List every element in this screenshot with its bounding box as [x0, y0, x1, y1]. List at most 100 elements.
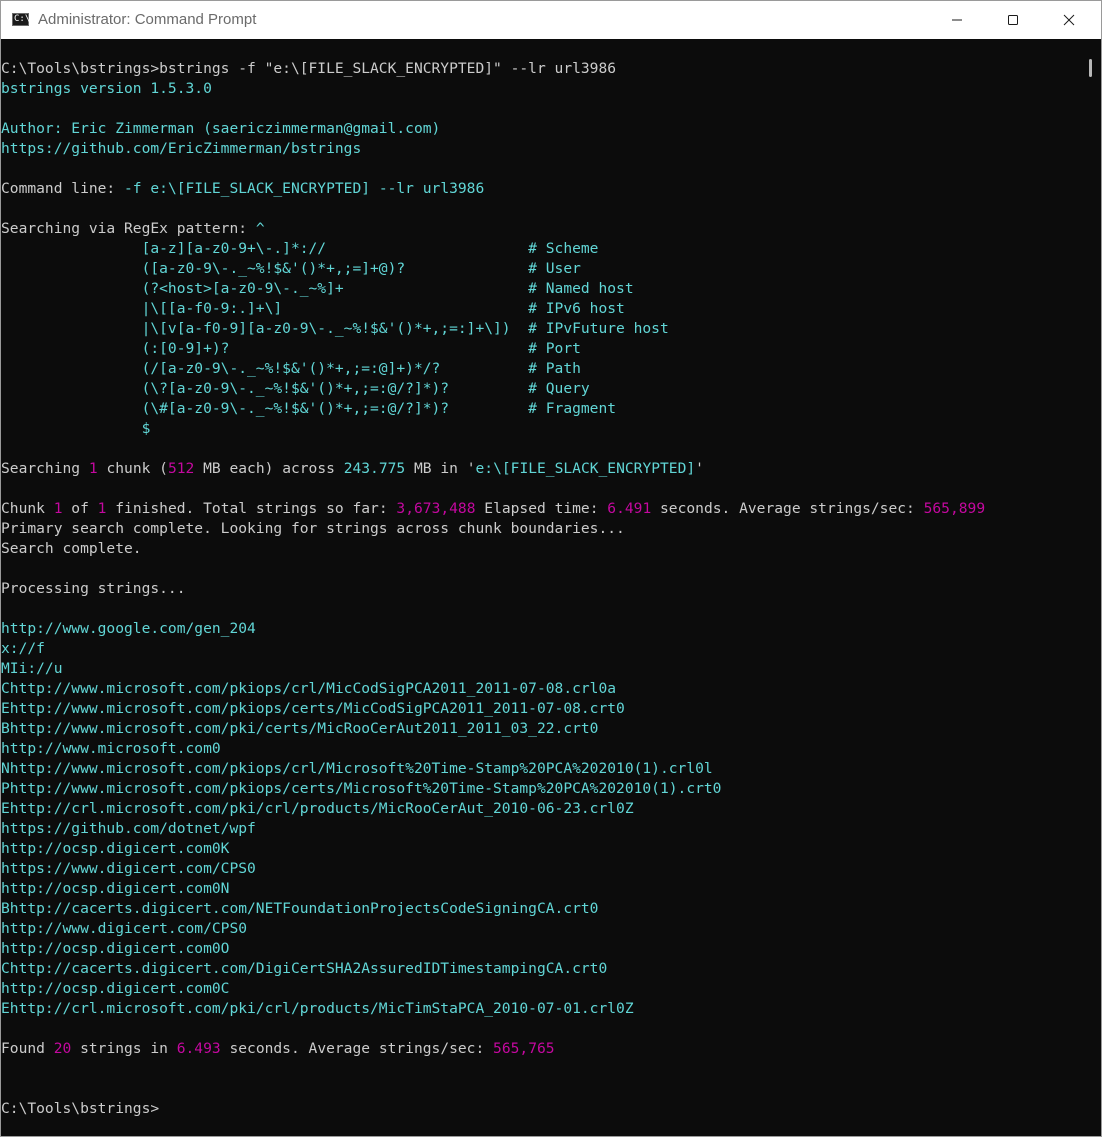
console-text: Chunk [1, 500, 54, 517]
console-text: ([a-z0-9\-._~%!$&'()*+,;=]+@)? # User [1, 260, 581, 277]
console-line: ([a-z0-9\-._~%!$&'()*+,;=]+@)? # User [1, 259, 1081, 279]
console-text: Ehttp://www.microsoft.com/pkiops/certs/M… [1, 700, 625, 717]
console-text: http://www.google.com/gen_204 [1, 620, 256, 637]
console-text: bstrings version 1.5.3.0 [1, 80, 212, 97]
console-text: Bhttp://cacerts.digicert.com/NETFoundati… [1, 900, 599, 917]
console-text: (\#[a-z0-9\-._~%!$&'()*+,;=:@/?]*)? # Fr… [1, 400, 617, 417]
console-text: Searching via RegEx pattern: [1, 220, 256, 237]
console-line: Searching via RegEx pattern: ^ [1, 219, 1081, 239]
console-text: (?<host>[a-z0-9\-._~%]+ # Named host [1, 280, 634, 297]
console-line: https://github.com/EricZimmerman/bstring… [1, 139, 1081, 159]
console-line: Chttp://cacerts.digicert.com/DigiCertSHA… [1, 959, 1081, 979]
console-text: [a-z][a-z0-9+\-.]*:// # Scheme [1, 240, 599, 257]
console-text: http://www.microsoft.com0 [1, 740, 221, 757]
console-line: (/[a-z0-9\-._~%!$&'()*+,;=:@]+)*/? # Pat… [1, 359, 1081, 379]
console-text: (\?[a-z0-9\-._~%!$&'()*+,;=:@/?]*)? # Qu… [1, 380, 590, 397]
close-button[interactable] [1041, 1, 1097, 39]
console-line: (:[0-9]+)? # Port [1, 339, 1081, 359]
console-text: seconds. Average strings/sec: [220, 1040, 494, 1057]
console-line: Search complete. [1, 539, 1081, 559]
console-text: http://ocsp.digicert.com0O [1, 940, 230, 957]
console-text: Primary search complete. Looking for str… [1, 520, 625, 537]
title-bar[interactable]: C:\ Administrator: Command Prompt [1, 1, 1101, 39]
console-text: http://ocsp.digicert.com0K [1, 840, 230, 857]
console-text: 243.775 [343, 460, 406, 477]
console-text: Search complete. [1, 540, 142, 557]
console-line: bstrings version 1.5.3.0 [1, 79, 1081, 99]
console-line: (\?[a-z0-9\-._~%!$&'()*+,;=:@/?]*)? # Qu… [1, 379, 1081, 399]
console-text: |\[v[a-f0-9][a-z0-9\-._~%!$&'()*+,;=:]+\… [1, 320, 669, 337]
console-line: http://www.google.com/gen_204 [1, 619, 1081, 639]
console-line: Chunk 1 of 1 finished. Total strings so … [1, 499, 1081, 519]
console-line: |\[[a-f0-9:.]+\] # IPv6 host [1, 299, 1081, 319]
cmd-icon: C:\ [12, 13, 31, 26]
console-line: $ [1, 419, 1081, 439]
console-text: https://github.com/EricZimmerman/bstring… [1, 140, 362, 157]
console-line: Bhttp://www.microsoft.com/pki/certs/MicR… [1, 719, 1081, 739]
console-text: Phttp://www.microsoft.com/pkiops/certs/M… [1, 780, 722, 797]
console-line: http://www.digicert.com/CPS0 [1, 919, 1081, 939]
console-text: C:\Tools\bstrings>bstrings -f "e:\[FILE_… [1, 60, 617, 77]
console-text: seconds. Average strings/sec: [651, 500, 924, 517]
console-line: Primary search complete. Looking for str… [1, 519, 1081, 539]
maximize-button[interactable] [985, 1, 1041, 39]
console-text: (:[0-9]+)? # Port [1, 340, 581, 357]
console-line: Author: Eric Zimmerman (saericzimmerman@… [1, 119, 1081, 139]
minimize-button[interactable] [929, 1, 985, 39]
console-text: |\[[a-f0-9:.]+\] # IPv6 host [1, 300, 625, 317]
window-title: Administrator: Command Prompt [38, 11, 257, 28]
console-line: Bhttp://cacerts.digicert.com/NETFoundati… [1, 899, 1081, 919]
console-text: 20 [53, 1040, 72, 1057]
console-text: Found [1, 1040, 54, 1057]
console-line: Chttp://www.microsoft.com/pkiops/crl/Mic… [1, 679, 1081, 699]
console-line: C:\Tools\bstrings>bstrings -f "e:\[FILE_… [1, 59, 1081, 79]
console-text: Author: Eric Zimmerman (saericzimmerman@… [1, 120, 441, 137]
console-text: 1 [88, 460, 98, 477]
console-line: Ehttp://www.microsoft.com/pkiops/certs/M… [1, 699, 1081, 719]
console-line: Searching 1 chunk (512 MB each) across 2… [1, 459, 1081, 479]
console-text: Searching [1, 460, 89, 477]
console-line: (\#[a-z0-9\-._~%!$&'()*+,;=:@/?]*)? # Fr… [1, 399, 1081, 419]
console-line: Ehttp://crl.microsoft.com/pki/crl/produc… [1, 799, 1081, 819]
console-text: Ehttp://crl.microsoft.com/pki/crl/produc… [1, 1000, 634, 1017]
console-text: Bhttp://www.microsoft.com/pki/certs/MicR… [1, 720, 599, 737]
console-text: Nhttp://www.microsoft.com/pkiops/crl/Mic… [1, 760, 713, 777]
console-text: Elapsed time: [475, 500, 608, 517]
console-text: $ [1, 420, 151, 437]
console-line: http://ocsp.digicert.com0N [1, 879, 1081, 899]
console-line: http://www.microsoft.com0 [1, 739, 1081, 759]
console-text: http://ocsp.digicert.com0C [1, 980, 230, 997]
console-text: x://f [1, 640, 45, 657]
vertical-scrollbar[interactable] [1081, 39, 1101, 1136]
console-text: MB in ' [405, 460, 476, 477]
console-line: Phttp://www.microsoft.com/pkiops/certs/M… [1, 779, 1081, 799]
console-text: Processing strings... [1, 580, 186, 597]
console-line: Ehttp://crl.microsoft.com/pki/crl/produc… [1, 999, 1081, 1019]
console-text: MB each) across [194, 460, 344, 477]
scrollbar-thumb[interactable] [1089, 59, 1092, 77]
maximize-icon [1008, 15, 1018, 25]
console-line: Found 20 strings in 6.493 seconds. Avera… [1, 1039, 1081, 1059]
console-text: Chttp://www.microsoft.com/pkiops/crl/Mic… [1, 680, 617, 697]
console-line: C:\Tools\bstrings> [1, 1099, 1081, 1119]
console-output[interactable]: C:\Tools\bstrings>bstrings -f "e:\[FILE_… [1, 39, 1081, 1136]
console-text: e:\[FILE_SLACK_ENCRYPTED] [475, 460, 696, 477]
console-line: MIi://u [1, 659, 1081, 679]
console-line: https://github.com/dotnet/wpf [1, 819, 1081, 839]
console-text: -f e:\[FILE_SLACK_ENCRYPTED] --lr url398… [124, 180, 485, 197]
console-text: http://www.digicert.com/CPS0 [1, 920, 248, 937]
console-text: strings in [71, 1040, 177, 1057]
console-text: ' [695, 460, 704, 477]
console-text: 6.491 [607, 500, 652, 517]
console-line: [a-z][a-z0-9+\-.]*:// # Scheme [1, 239, 1081, 259]
console-text: 3,673,488 [396, 500, 476, 517]
console-text: MIi://u [1, 660, 63, 677]
console-text: finished. Total strings so far: [106, 500, 397, 517]
